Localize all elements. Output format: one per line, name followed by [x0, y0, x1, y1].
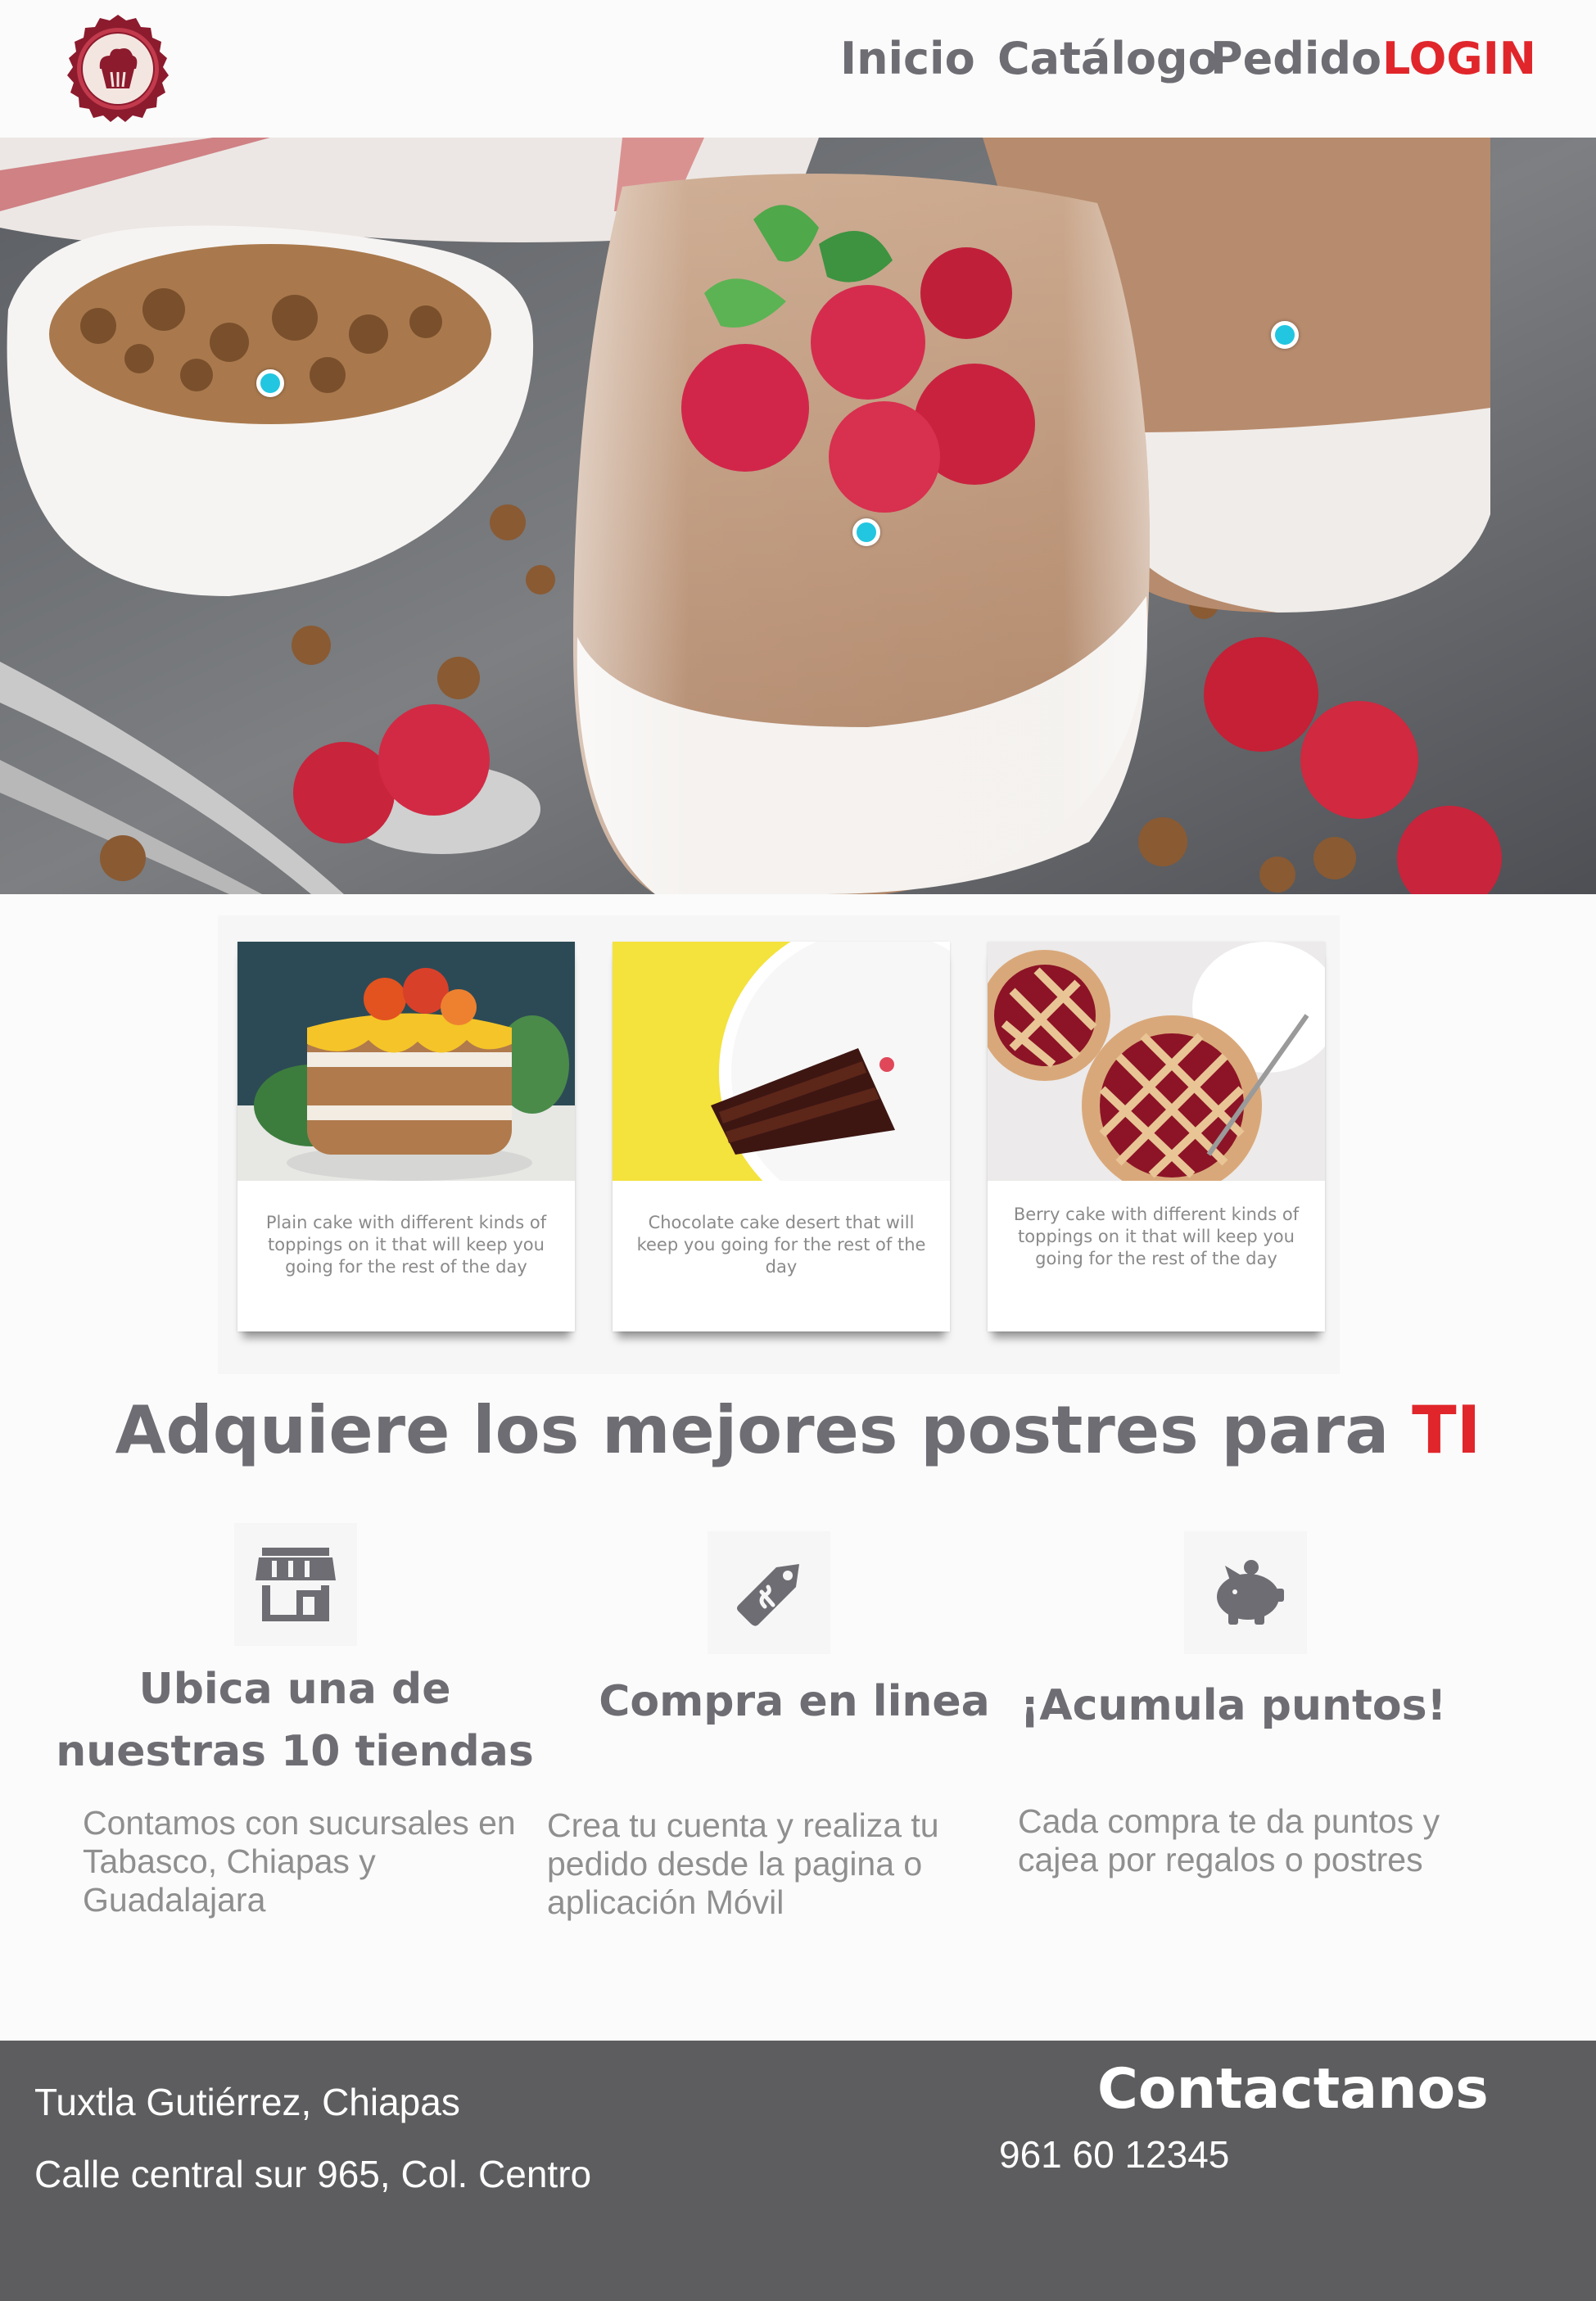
header: Inicio Catálogo Pedido LOGIN: [0, 0, 1596, 138]
store-icon: [255, 1548, 336, 1621]
hotspot-back-cup[interactable]: [1271, 321, 1299, 349]
feature-text-line: Tabasco, Chiapas y: [83, 1842, 376, 1880]
nav-inicio[interactable]: Inicio: [840, 33, 975, 84]
product-card-chocolate-cake[interactable]: Chocolate cake desert that will keep you…: [613, 942, 950, 1331]
page-headline: Adquiere los mejores postres para TI: [0, 1392, 1596, 1468]
price-tag-icon-box: [708, 1531, 830, 1654]
card-description: Plain cake with different kinds of toppi…: [265, 1213, 547, 1277]
headline-text: Adquiere los mejores postres para: [115, 1392, 1390, 1468]
feature-title-compra: Compra en linea: [599, 1677, 990, 1726]
hero-banner: [0, 138, 1596, 894]
feature-text-line: aplicación Móvil: [547, 1883, 784, 1921]
feature-text-puntos: Cada compra te da puntos y cajea por reg…: [1018, 1802, 1476, 1879]
plain-cake-image: [237, 942, 575, 1181]
card-description: Berry cake with different kinds of toppi…: [1013, 1205, 1300, 1268]
feature-title-line: Ubica una de: [138, 1665, 451, 1714]
nav-catalogo[interactable]: Catálogo: [997, 33, 1218, 84]
feature-title-tiendas: Ubica una de nuestras 10 tiendas: [49, 1658, 540, 1783]
product-card-plain-cake[interactable]: Plain cake with different kinds of toppi…: [237, 942, 575, 1331]
footer-phone[interactable]: 961 60 12345: [999, 2132, 1229, 2177]
chocolate-cake-image: [613, 942, 950, 1181]
berry-pie-image: [988, 942, 1325, 1181]
footer-contact-title: Contactanos: [1097, 2057, 1489, 2122]
feature-text-line: Contamos con sucursales en: [83, 1804, 516, 1842]
card-description: Chocolate cake desert that will keep you…: [636, 1213, 926, 1277]
piggy-bank-icon-box: [1184, 1531, 1307, 1654]
product-card-berry-cake[interactable]: Berry cake with different kinds of toppi…: [988, 942, 1325, 1331]
feature-text-line: cajea por regalos o postres: [1018, 1841, 1423, 1878]
feature-text-line: Guadalajara: [83, 1881, 266, 1919]
footer-address: Calle central sur 965, Col. Centro: [34, 2153, 592, 2195]
feature-text-tiendas: Contamos con sucursales en Tabasco, Chia…: [83, 1804, 541, 1919]
price-tag-icon: [737, 1564, 799, 1626]
hotspot-granola[interactable]: [256, 369, 284, 397]
store-icon-box: [234, 1523, 357, 1646]
feature-text-line: pedido desde la pagina o: [547, 1845, 923, 1883]
piggy-bank-icon: [1217, 1560, 1284, 1625]
footer: Tuxtla Gutiérrez, Chiapas Calle central …: [0, 2041, 1596, 2301]
feature-text-line: Crea tu cuenta y realiza tu: [547, 1806, 939, 1844]
feature-title-puntos: ¡Acumula puntos!: [1020, 1681, 1447, 1730]
hotspot-dessert-cup[interactable]: [852, 518, 880, 546]
cupcake-logo-icon[interactable]: [62, 13, 174, 124]
feature-text-line: Cada compra te da puntos y: [1018, 1802, 1440, 1840]
feature-title-line: nuestras 10 tiendas: [56, 1727, 534, 1776]
nav-login[interactable]: LOGIN: [1382, 33, 1536, 84]
nav-pedido[interactable]: Pedido: [1210, 33, 1381, 84]
feature-text-compra: Crea tu cuenta y realiza tu pedido desde…: [547, 1806, 1006, 1922]
footer-city: Tuxtla Gutiérrez, Chiapas: [34, 2081, 460, 2123]
dessert-hero-image: [0, 138, 1596, 894]
headline-accent: TI: [1412, 1392, 1481, 1468]
